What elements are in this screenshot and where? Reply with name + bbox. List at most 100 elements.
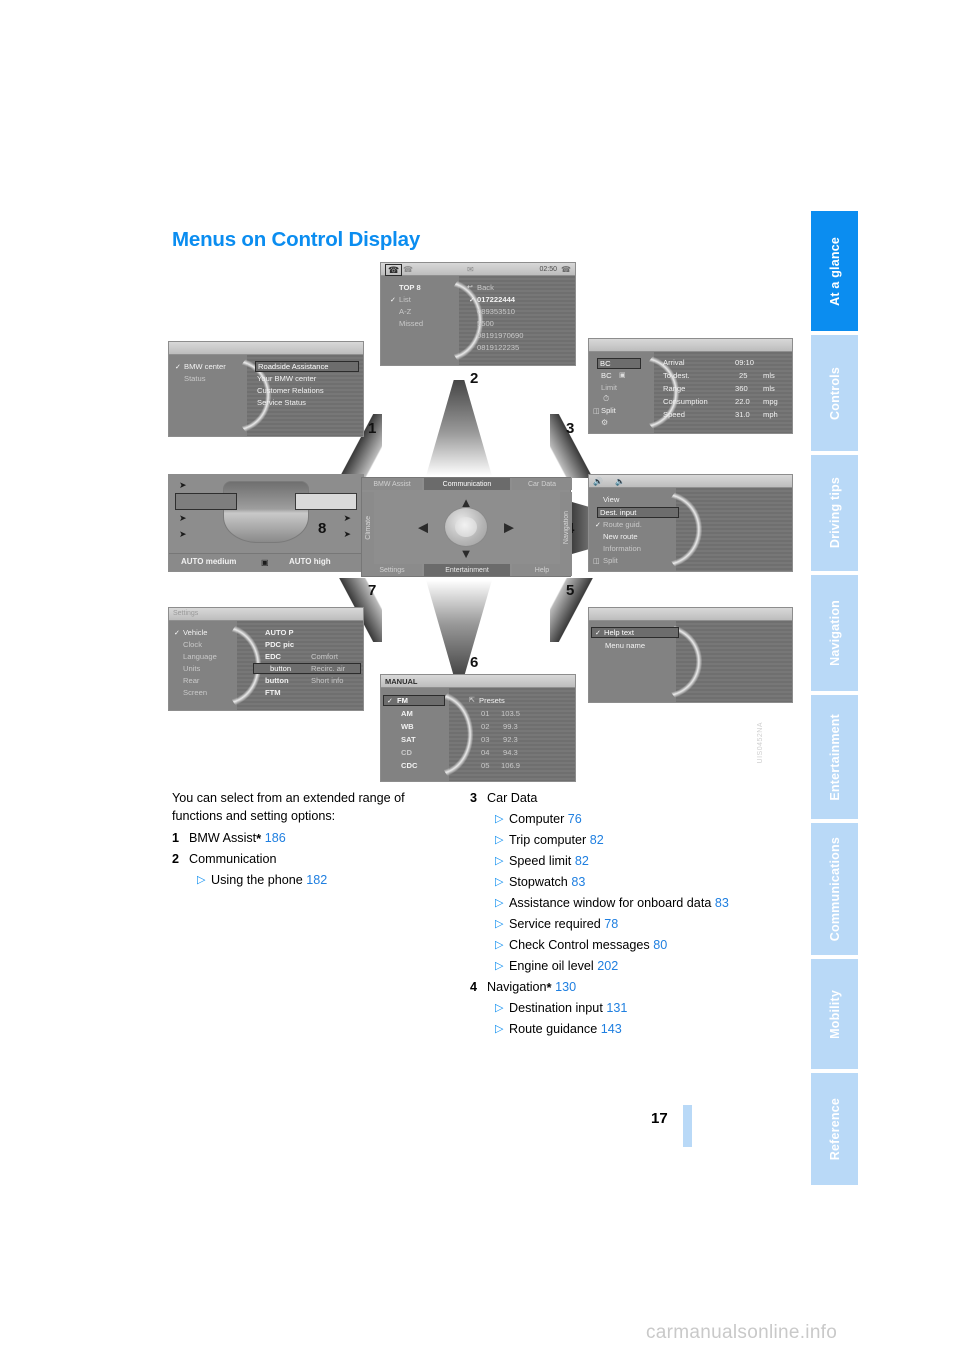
page-reference[interactable]: 186 bbox=[265, 831, 286, 845]
preset-frequency[interactable]: 94.3 bbox=[503, 748, 518, 757]
call-entry[interactable]: 08191970690 bbox=[477, 331, 523, 340]
main-menu-communication[interactable]: Communication bbox=[424, 478, 510, 490]
menu-item-label[interactable]: BMW center bbox=[184, 362, 226, 371]
menu-item-customer-relations[interactable]: Customer Relations bbox=[257, 386, 324, 395]
message-icon[interactable]: ✉ bbox=[467, 265, 474, 274]
mute-icon[interactable]: 🔈 bbox=[615, 477, 625, 486]
menu-item-label[interactable]: Status bbox=[184, 374, 206, 383]
tab-driving-tips[interactable]: Driving tips bbox=[811, 455, 858, 571]
menu-item-units[interactable]: Units bbox=[183, 664, 200, 673]
band-sat[interactable]: SAT bbox=[401, 735, 416, 744]
band-wb[interactable]: WB bbox=[401, 722, 414, 731]
temp-slider-left[interactable] bbox=[175, 493, 237, 510]
menu-item-missed[interactable]: Missed bbox=[399, 319, 423, 328]
recirculation-icon[interactable]: ▣ bbox=[261, 558, 269, 567]
preset-frequency[interactable]: 99.3 bbox=[503, 722, 518, 731]
arrow-down-icon[interactable]: ▼ bbox=[460, 547, 473, 560]
menu-item-view[interactable]: View bbox=[603, 495, 619, 504]
airflow-right-face-icon[interactable]: ➤ bbox=[343, 513, 351, 524]
auto-mode-left[interactable]: AUTO medium bbox=[181, 557, 236, 566]
call-entry[interactable]: 089353510 bbox=[477, 307, 515, 316]
preset-number[interactable]: 05 bbox=[481, 761, 489, 770]
preset-number[interactable]: 03 bbox=[481, 735, 489, 744]
page-reference[interactable]: 76 bbox=[568, 812, 582, 826]
screen-main-menu[interactable]: BMW Assist Communication Car Data Climat… bbox=[361, 477, 572, 577]
menu-item-top8[interactable]: TOP 8 bbox=[399, 283, 421, 292]
menu-item-menu-name[interactable]: Menu name bbox=[605, 641, 645, 650]
menu-item-limit[interactable]: Limit bbox=[601, 383, 617, 392]
auto-mode-right[interactable]: AUTO high bbox=[289, 557, 331, 566]
tab-controls[interactable]: Controls bbox=[811, 335, 858, 451]
call-entry[interactable]: 017222444 bbox=[477, 295, 515, 304]
screen-help[interactable]: ✓ Help text Menu name bbox=[588, 607, 793, 703]
temp-slider-right[interactable] bbox=[295, 493, 357, 510]
controller-knob[interactable] bbox=[444, 507, 488, 547]
page-reference[interactable]: 82 bbox=[590, 833, 604, 847]
menu-item-vehicle[interactable]: Vehicle bbox=[183, 628, 208, 637]
menu-item-your-bmw-center[interactable]: Your BMW center bbox=[257, 374, 316, 383]
menu-item-back[interactable]: Back bbox=[477, 283, 494, 292]
oil-can-icon[interactable]: ⚙ bbox=[601, 418, 608, 427]
band-cd[interactable]: CD bbox=[401, 748, 412, 757]
phone-end-icon[interactable]: ☎ bbox=[403, 265, 413, 274]
preset-number[interactable]: 04 bbox=[481, 748, 489, 757]
back-icon[interactable]: ↩ bbox=[467, 283, 473, 291]
main-menu-car-data[interactable]: Car Data bbox=[512, 478, 572, 490]
screen-climate[interactable]: ➤ ➤ ➤ ➤ ➤ AUTO medium ▣ AUTO high bbox=[168, 474, 364, 572]
tab-reference[interactable]: Reference bbox=[811, 1073, 858, 1185]
screen-settings[interactable]: Settings ✓ Vehicle Clock Language Units … bbox=[168, 607, 364, 711]
main-menu-settings[interactable]: Settings bbox=[362, 564, 422, 576]
setting-edc[interactable]: EDC bbox=[265, 652, 281, 661]
tab-entertainment[interactable]: Entertainment bbox=[811, 695, 858, 819]
page-reference[interactable]: 83 bbox=[715, 896, 729, 910]
menu-item-a-z[interactable]: A-Z bbox=[399, 307, 411, 316]
page-reference[interactable]: 202 bbox=[597, 959, 618, 973]
page-reference[interactable]: 143 bbox=[601, 1022, 622, 1036]
page-reference[interactable]: 131 bbox=[606, 1001, 627, 1015]
preset-number[interactable]: 02 bbox=[481, 722, 489, 731]
screen-navigation[interactable]: 🔊 🔈 View Dest. input ✓ Route guid. New r… bbox=[588, 474, 793, 572]
main-menu-navigation[interactable]: Navigation bbox=[560, 492, 572, 564]
tab-communications[interactable]: Communications bbox=[811, 823, 858, 955]
menu-item-clock[interactable]: Clock bbox=[183, 640, 202, 649]
main-menu-climate[interactable]: Climate bbox=[362, 492, 374, 564]
menu-item-service-status[interactable]: Service Status bbox=[257, 398, 306, 407]
menu-item-information[interactable]: Information bbox=[603, 544, 641, 553]
airflow-feet-icon[interactable]: ➤ bbox=[179, 513, 187, 524]
phone-accept-icon[interactable]: ☎ bbox=[385, 264, 403, 276]
preset-frequency[interactable]: 103.5 bbox=[501, 709, 520, 718]
page-reference[interactable]: 182 bbox=[306, 873, 327, 887]
page-reference[interactable]: 82 bbox=[575, 854, 589, 868]
page-reference[interactable]: 78 bbox=[604, 917, 618, 931]
screen-entertainment[interactable]: MANUAL ✓ FM AM WB SAT CD CDC ⇱ Presets 0… bbox=[380, 674, 576, 782]
airflow-defrost-icon[interactable]: ➤ bbox=[179, 529, 187, 540]
volume-icon[interactable]: 🔊 bbox=[593, 477, 603, 486]
call-entry[interactable]: 5500 bbox=[477, 319, 494, 328]
setting-auto-p[interactable]: AUTO P bbox=[265, 628, 294, 637]
main-menu-entertainment[interactable]: Entertainment bbox=[424, 564, 510, 576]
arrow-left-icon[interactable]: ◀ bbox=[418, 521, 428, 534]
menu-item-dest-input[interactable]: Dest. input bbox=[597, 507, 679, 518]
preset-frequency[interactable]: 106.9 bbox=[501, 761, 520, 770]
menu-item-new-route[interactable]: New route bbox=[603, 532, 638, 541]
band-am[interactable]: AM bbox=[401, 709, 413, 718]
page-reference[interactable]: 83 bbox=[571, 875, 585, 889]
tab-navigation[interactable]: Navigation bbox=[811, 575, 858, 691]
menu-item-bc[interactable]: BC bbox=[597, 358, 641, 369]
airflow-face-icon[interactable]: ➤ bbox=[179, 480, 187, 491]
page-reference[interactable]: 130 bbox=[555, 980, 576, 994]
main-menu-help[interactable]: Help bbox=[512, 564, 572, 576]
setting-pdc-pic[interactable]: PDC pic bbox=[265, 640, 294, 649]
tab-at-a-glance[interactable]: At a glance bbox=[811, 211, 858, 331]
screen-car-data[interactable]: BC BC ▣ Limit ⏱ ◫ Split ⚙ Arrival 09:10 … bbox=[588, 338, 793, 434]
page-reference[interactable]: 80 bbox=[653, 938, 667, 952]
call-entry[interactable]: 0819122235 bbox=[477, 343, 519, 352]
airflow-right-feet-icon[interactable]: ➤ bbox=[343, 529, 351, 540]
preset-number[interactable]: 01 bbox=[481, 709, 489, 718]
menu-item-screen[interactable]: Screen bbox=[183, 688, 207, 697]
menu-item-roadside-assistance[interactable]: Roadside Assistance bbox=[255, 361, 359, 372]
screen-communication[interactable]: ☎ ☎ ✉ 02:50 ☎ TOP 8 ✓ List A-Z Missed ↩ … bbox=[380, 262, 576, 366]
menu-item-split[interactable]: Split bbox=[601, 406, 616, 415]
menu-item-route-guid[interactable]: Route guid. bbox=[603, 520, 642, 529]
screen-bmw-assist[interactable]: ✓ BMW center Status Roadside Assistance … bbox=[168, 341, 364, 437]
